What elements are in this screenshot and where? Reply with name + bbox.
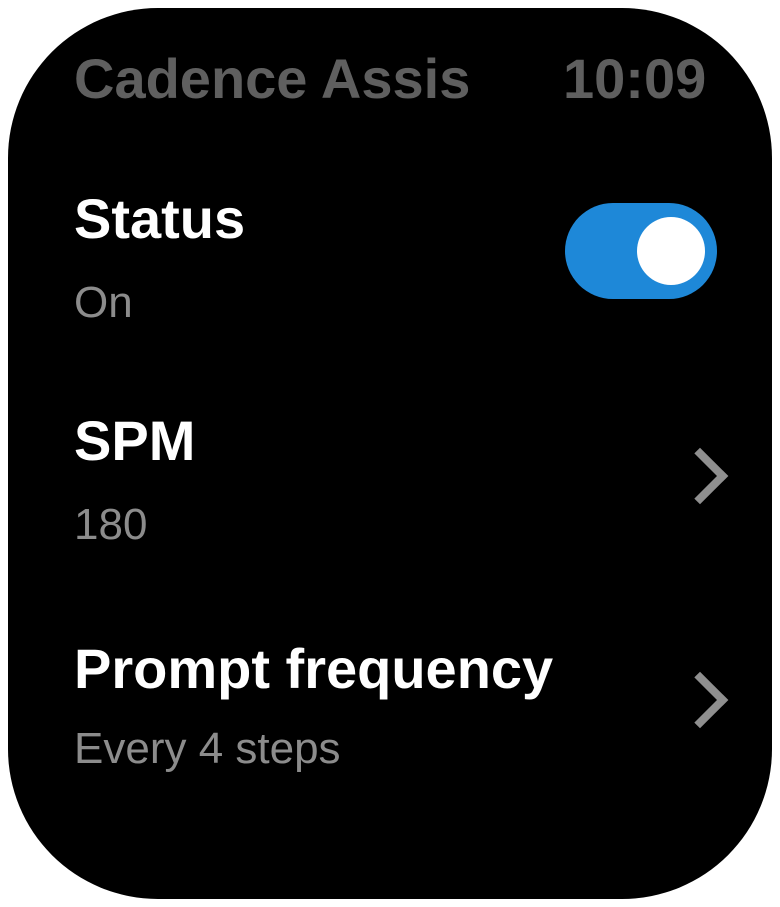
prompt-frequency-title: Prompt frequency — [74, 637, 554, 700]
prompt-frequency-row[interactable]: Prompt frequency Every 4 steps — [8, 8, 772, 808]
watch-screen: Cadence Assis 10:09 Status On SPM 180 Pr… — [8, 8, 772, 899]
chevron-right-icon — [671, 671, 729, 729]
prompt-frequency-value: Every 4 steps — [74, 724, 341, 773]
